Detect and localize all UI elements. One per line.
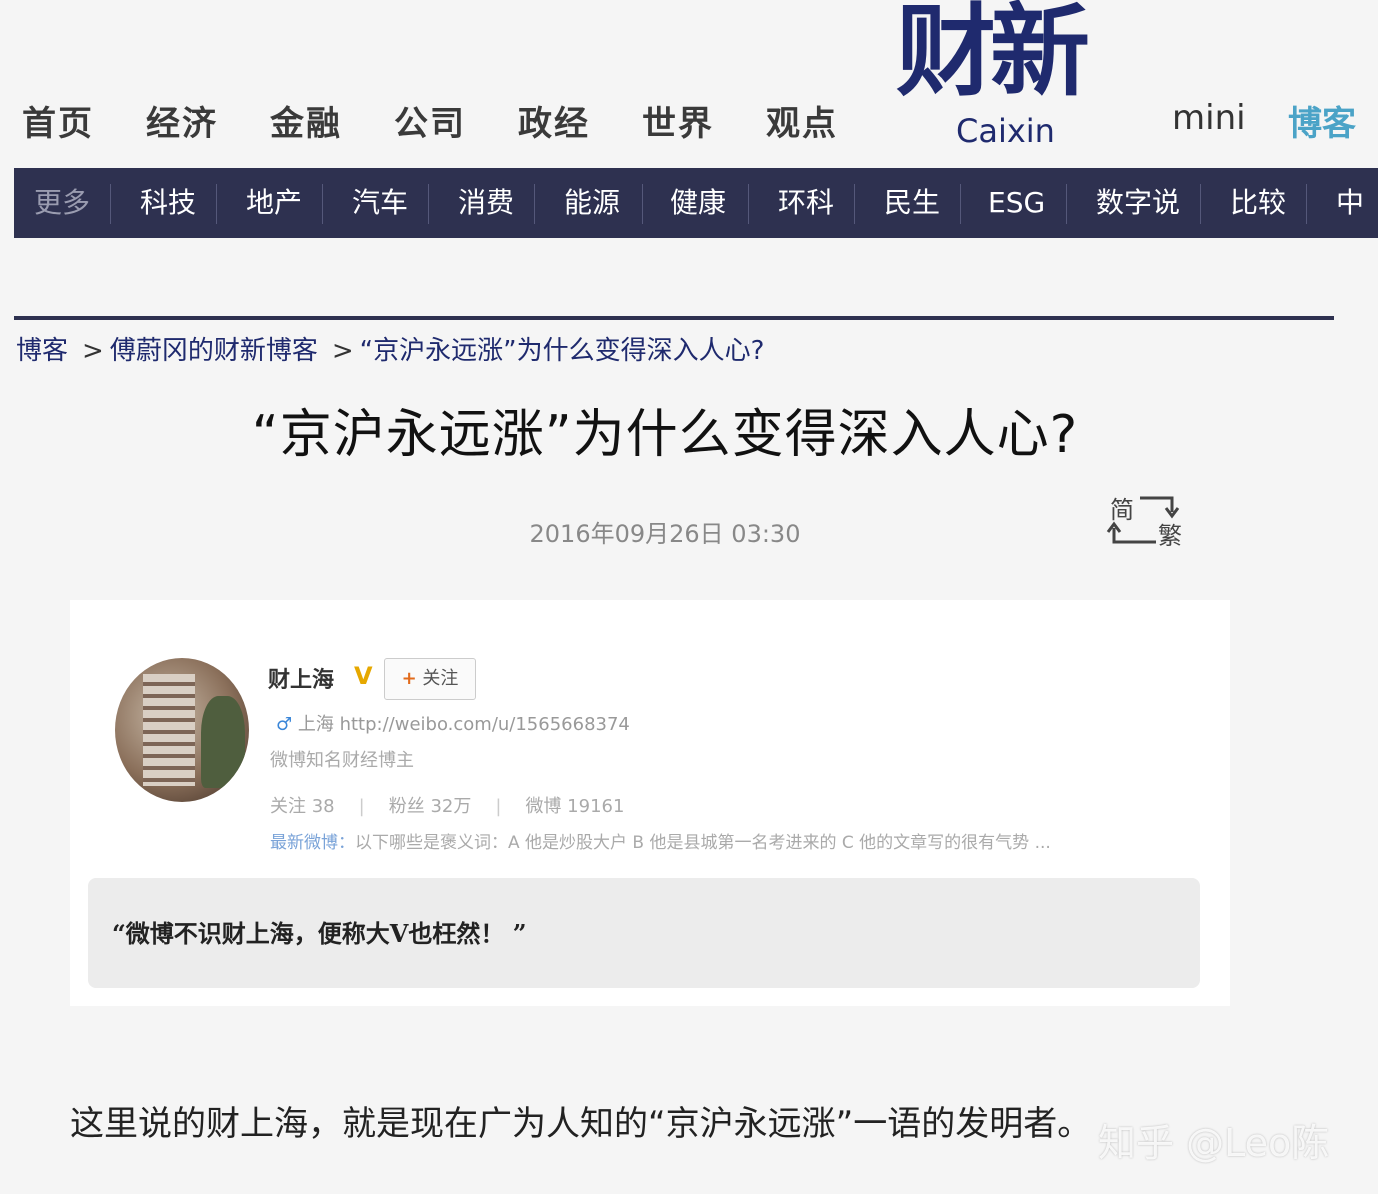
divider [216, 184, 217, 224]
caixin-logo[interactable]: 财新 Caixin [896, 0, 1116, 152]
category-more[interactable]: 更多 [34, 168, 90, 238]
weibo-latest-post: 最新微博：以下哪些是褒义词：A 他是炒股大户 B 他是县城第一名考进来的 C 他… [270, 828, 1051, 853]
avatar [115, 658, 249, 802]
divider [960, 184, 961, 224]
divider [854, 184, 855, 224]
category-livelihood[interactable]: 民生 [884, 168, 940, 238]
breadcrumb-author-blog[interactable]: 傅蔚冈的财新博客 [110, 336, 318, 366]
stat-posts: 微博 19161 [525, 796, 625, 817]
weibo-profile-image: 财上海 V + 关注 ♂ 上海 http://weibo.com/u/15656… [70, 600, 1230, 1006]
latest-text: 以下哪些是褒义词：A 他是炒股大户 B 他是县城第一名考进来的 C 他的文章写的… [355, 833, 1051, 853]
logo-text-cn: 财新 [896, 0, 1090, 110]
divider: | [495, 796, 502, 817]
weibo-stats: 关注 38 | 粉丝 32万 | 微博 19161 [270, 792, 624, 818]
plus-icon: + [401, 668, 417, 689]
category-tech[interactable]: 科技 [140, 168, 196, 238]
stat-following: 关注 38 [270, 796, 335, 817]
category-bar: 更多 科技 地产 汽车 消费 能源 健康 环科 民生 ESG 数字说 比较 中国 [14, 168, 1378, 238]
category-compare[interactable]: 比较 [1230, 168, 1286, 238]
follow-button: + 关注 [384, 658, 476, 700]
divider: | [358, 796, 365, 817]
logo-text-en: Caixin [956, 112, 1055, 150]
follow-label: 关注 [422, 668, 459, 689]
divider [322, 184, 323, 224]
top-nav: 首页 经济 金融 公司 政经 世界 观点 财新 Caixin mini 博客 [0, 0, 1378, 168]
nav-item-finance[interactable]: 金融 [270, 96, 342, 145]
simplified-traditional-toggle[interactable]: 简 繁 [1106, 490, 1190, 550]
breadcrumb-blog[interactable]: 博客 [16, 336, 68, 366]
divider [642, 184, 643, 224]
category-energy[interactable]: 能源 [564, 168, 620, 238]
latest-label: 最新微博： [270, 833, 355, 853]
divider [534, 184, 535, 224]
section-rule [14, 316, 1334, 320]
quote-text: “微博不识财上海，便称大V也枉然！ ” [112, 919, 527, 948]
convert-arrows-icon [1106, 496, 1180, 544]
nav-item-economy[interactable]: 经济 [146, 96, 218, 145]
nav-item-company[interactable]: 公司 [394, 96, 466, 145]
divider [1306, 184, 1307, 224]
verified-badge: V [354, 662, 373, 690]
nav-item-home[interactable]: 首页 [22, 96, 94, 145]
nav-item-world[interactable]: 世界 [642, 96, 714, 145]
category-consumer[interactable]: 消费 [458, 168, 514, 238]
nav-item-blog[interactable]: 博客 [1288, 96, 1356, 145]
breadcrumb-separator: > [82, 336, 104, 366]
category-esg[interactable]: ESG [988, 168, 1045, 238]
category-environment[interactable]: 环科 [778, 168, 834, 238]
category-health[interactable]: 健康 [670, 168, 726, 238]
quote-box: “微博不识财上海，便称大V也枉然！ ” [88, 878, 1200, 988]
breadcrumb: 博客 > 傅蔚冈的财新博客 > “京沪永远涨”为什么变得深入人心? [16, 330, 770, 367]
divider [110, 184, 111, 224]
article-title: “京沪永远涨”为什么变得深入人心? [251, 405, 1079, 465]
category-data[interactable]: 数字说 [1096, 168, 1180, 238]
divider [748, 184, 749, 224]
weibo-location: ♂ 上海 http://weibo.com/u/1565668374 [276, 710, 630, 736]
breadcrumb-current: “京沪永远涨”为什么变得深入人心? [359, 336, 765, 366]
nav-item-opinion[interactable]: 观点 [766, 96, 838, 145]
divider [1066, 184, 1067, 224]
divider [1200, 184, 1201, 224]
category-realestate[interactable]: 地产 [246, 168, 302, 238]
avatar-tree [201, 696, 245, 788]
nav-item-politics[interactable]: 政经 [518, 96, 590, 145]
article-paragraph: 这里说的财上海，就是现在广为人知的“京沪永远涨”一语的发明者。 [70, 1104, 1092, 1144]
divider [428, 184, 429, 224]
location-url: 上海 http://weibo.com/u/1565668374 [297, 714, 630, 735]
category-china[interactable]: 中国 [1336, 168, 1378, 238]
category-auto[interactable]: 汽车 [352, 168, 408, 238]
avatar-building [143, 674, 195, 786]
zhihu-watermark: 知乎 @Leo陈 [1098, 1121, 1330, 1165]
male-icon: ♂ [276, 714, 293, 735]
stat-followers: 粉丝 32万 [388, 796, 472, 817]
weibo-username: 财上海 [268, 668, 335, 693]
nav-item-mini[interactable]: mini [1172, 98, 1246, 138]
weibo-description: 微博知名财经博主 [270, 750, 414, 771]
breadcrumb-separator: > [331, 336, 354, 366]
